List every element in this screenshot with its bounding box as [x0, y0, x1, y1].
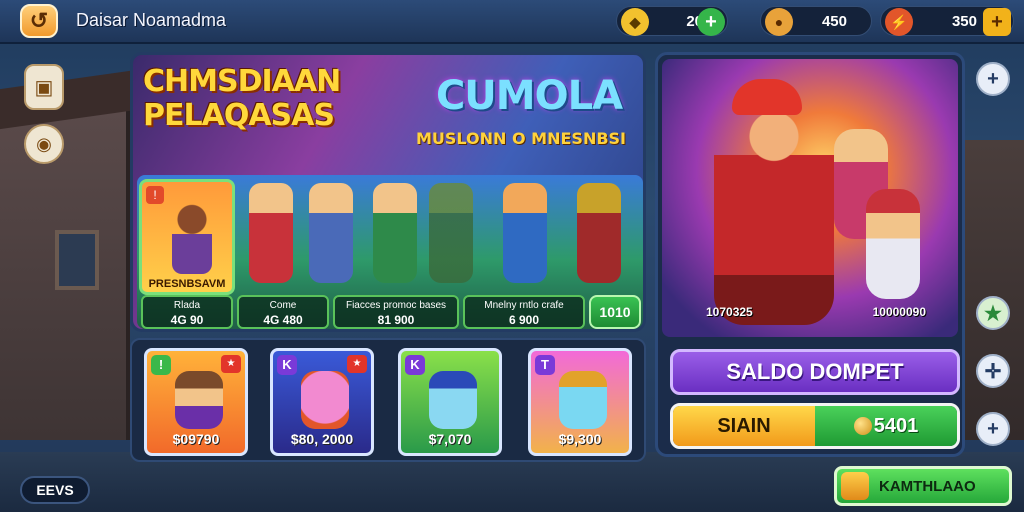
- wallet-split-button: SIAIN 5401: [670, 403, 960, 449]
- card-tag-icon: !: [151, 355, 171, 375]
- campaign-button[interactable]: KAMTHLAAO: [834, 466, 1012, 506]
- hero-figure: [577, 183, 621, 283]
- stat-box: Come 4G 480: [237, 295, 329, 329]
- card-character: [301, 371, 349, 429]
- card-character: [559, 371, 607, 429]
- chest-icon: ▣: [34, 76, 54, 99]
- card-price: $80, 2000: [290, 431, 354, 447]
- stat-total-button[interactable]: 1010: [589, 295, 641, 329]
- gem-count: 20: [686, 13, 703, 30]
- card-tag-icon: T: [535, 355, 555, 375]
- card-price: $09790: [172, 431, 220, 447]
- featured-hero-card[interactable]: ! PRESNBSAVM: [139, 179, 235, 295]
- gift-icon: [841, 472, 869, 500]
- hero-figure: [429, 183, 473, 283]
- featured-hero-label: PRESNBSAVM: [148, 278, 226, 290]
- promo-banner[interactable]: CHMSDIAAN PELAQASAS CUMOLA MUSLONN O MNE…: [130, 52, 646, 332]
- app-title: Daisar Noamadma: [76, 10, 227, 30]
- hero-figure: [503, 183, 547, 283]
- card-hot-badge-icon: ★: [221, 355, 241, 373]
- hero-cards-row: ! ★ $09790 K ★ $80, 2000 K $7,070 T $9,3…: [130, 338, 646, 462]
- zoom-in-button[interactable]: +: [976, 62, 1010, 96]
- back-button[interactable]: ↺: [20, 4, 58, 38]
- gem-icon: ◆: [621, 8, 649, 36]
- card-price: $9,300: [558, 431, 602, 447]
- hero-hair: [732, 79, 802, 115]
- plus-icon: +: [987, 417, 999, 440]
- promo-logo: CUMOLA: [435, 73, 623, 119]
- background-roof: [0, 69, 140, 131]
- move-icon: ✛: [984, 360, 1002, 383]
- move-button[interactable]: ✛: [976, 354, 1010, 388]
- featured-hero-figure: [172, 204, 212, 274]
- star-icon: ★: [984, 302, 1002, 325]
- card-tag-icon: K: [405, 355, 425, 375]
- shop-side-button[interactable]: ▣: [24, 64, 64, 110]
- hero-figure: [373, 183, 417, 283]
- currency-coins: ● 450: [760, 6, 872, 36]
- coin-icon: [853, 417, 872, 435]
- coin-icon: ●: [765, 8, 793, 36]
- stat-box: Rlada 4G 90: [141, 295, 233, 329]
- card-character: [175, 371, 223, 429]
- currency-gems: ◆ 20 +: [616, 6, 728, 36]
- bonus-button[interactable]: ★: [976, 296, 1010, 330]
- back-arrow-icon: ↺: [29, 8, 49, 33]
- coin-count: 450: [821, 13, 847, 30]
- add-energy-button[interactable]: +: [983, 8, 1011, 36]
- featured-badge-icon: !: [146, 186, 164, 204]
- hero-figure: [309, 183, 353, 283]
- main-hero-figure: [714, 95, 834, 325]
- sidekick-figure: [866, 189, 920, 299]
- background-house-right: [964, 140, 1024, 440]
- card-hot-badge-icon: ★: [347, 355, 367, 373]
- split-left-button[interactable]: SIAIN: [673, 406, 815, 446]
- promo-title: CHMSDIAAN PELAQASAS: [143, 64, 341, 133]
- hero-card[interactable]: K $7,070: [398, 348, 502, 456]
- add-button[interactable]: +: [976, 412, 1010, 446]
- hero-stats: 1070325 10000090: [706, 305, 926, 319]
- add-gems-button[interactable]: +: [697, 8, 725, 36]
- hero-card[interactable]: T $9,300: [528, 348, 632, 456]
- card-tag-icon: K: [277, 355, 297, 375]
- stat-box: Mnelny rntlo crafe 6 900: [463, 295, 585, 329]
- bottom-left-button[interactable]: EEVS: [20, 476, 90, 504]
- location-pin-icon: ◉: [36, 133, 52, 154]
- promo-subtitle: MUSLONN O MNESNBSI: [415, 129, 626, 148]
- plus-icon: +: [987, 67, 999, 90]
- background-window: [55, 230, 99, 290]
- background-house-left: [0, 69, 140, 440]
- hero-card[interactable]: ! ★ $09790: [144, 348, 248, 456]
- stat-box: Fiacces promoc bases 81 900: [333, 295, 459, 329]
- hero-figure: [249, 183, 293, 283]
- currency-energy: ⚡ 350 +: [880, 6, 1014, 36]
- card-character: [429, 371, 477, 429]
- map-side-button[interactable]: ◉: [24, 124, 64, 164]
- hero-card[interactable]: K ★ $80, 2000: [270, 348, 374, 456]
- top-bar: ↺ Daisar Noamadma ◆ 20 + ● 450 ⚡ 350 +: [0, 0, 1024, 44]
- energy-count: 350: [951, 13, 977, 30]
- card-price: $7,070: [428, 431, 472, 447]
- promo-stats: Rlada 4G 90 Come 4G 480 Fiacces promoc b…: [141, 295, 641, 329]
- energy-icon: ⚡: [885, 8, 913, 36]
- saldo-dompet-button[interactable]: SALDO DOMPET: [670, 349, 960, 395]
- hero-artwork: 1070325 10000090: [662, 59, 958, 337]
- wallet-panel: 1070325 10000090 SALDO DOMPET SIAIN 5401: [655, 52, 965, 457]
- split-right-button[interactable]: 5401: [815, 406, 957, 446]
